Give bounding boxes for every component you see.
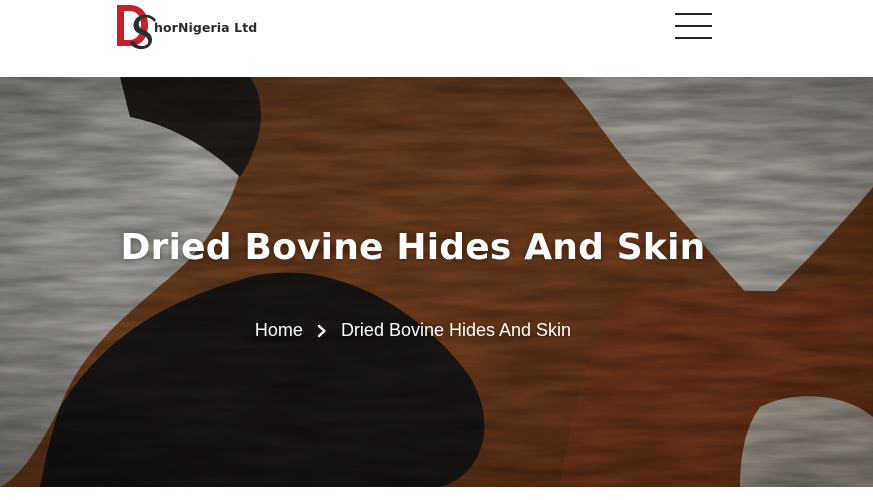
page-banner: Dried Bovine Hides And Skin Home Dried B…	[0, 77, 873, 487]
site-header: horNigeria Ltd	[0, 0, 873, 77]
hamburger-menu-icon[interactable]	[672, 10, 714, 44]
breadcrumb: Home Dried Bovine Hides And Skin	[0, 320, 826, 341]
breadcrumb-current: Dried Bovine Hides And Skin	[340, 320, 572, 340]
chevron-right-icon	[317, 324, 326, 337]
menu-line	[675, 13, 712, 15]
logo-text: horNigeria Ltd	[154, 20, 258, 35]
cowhide-background-image	[0, 77, 873, 487]
company-logo[interactable]: horNigeria Ltd	[114, 2, 264, 52]
breadcrumb-home-link[interactable]: Home	[255, 320, 303, 341]
page-content-area	[0, 487, 873, 500]
menu-line	[675, 25, 712, 27]
menu-line	[675, 37, 712, 39]
page-title: Dried Bovine Hides And Skin	[120, 227, 706, 268]
